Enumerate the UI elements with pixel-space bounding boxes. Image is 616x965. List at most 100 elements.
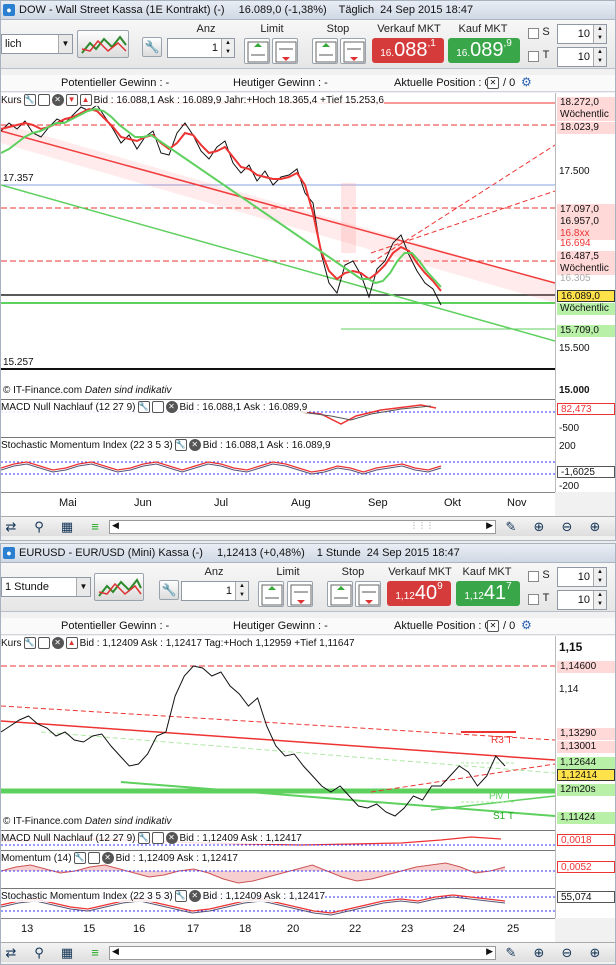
eur-gear-icon[interactable]: ⚙	[521, 618, 532, 632]
dow-buy-button[interactable]: 16.089,9	[448, 38, 520, 63]
eur-day-label: 18	[239, 923, 252, 935]
eur-position-detail-icon[interactable]: ✕	[487, 620, 499, 632]
eur-momentum-header: Momentum (14) 🔧 ✕ Bid : 1,12409 Ask : 1,…	[1, 852, 238, 864]
dow-price-chart[interactable]: Kurs 🔧 ✕ ▼ ▲ Bid : 16.088,1 Ask : 16.089…	[1, 93, 555, 399]
dow-draw-tool-icon[interactable]: ✎	[503, 519, 519, 535]
eur-bars-icon[interactable]: ≡	[87, 945, 103, 961]
eur-buy-button[interactable]: 1,12417	[456, 581, 520, 606]
dow-trade-icon[interactable]: ⇄	[3, 519, 19, 535]
eur-zoom-in-icon[interactable]: ⊕	[587, 945, 603, 961]
dow-limit-buy-button[interactable]	[244, 38, 270, 64]
dow-stoch-close-icon[interactable]: ✕	[188, 439, 201, 451]
eur-trade-icon[interactable]: ⇄	[3, 945, 19, 961]
eur-macd-close-icon[interactable]: ✕	[165, 832, 178, 844]
dow-calculator-icon[interactable]: ▦	[59, 519, 75, 535]
dow-macd-close-icon[interactable]: ✕	[165, 401, 178, 413]
eur-stop-sell-button[interactable]	[355, 581, 381, 607]
dow-t-input[interactable]: 10 ▲ ▼	[557, 47, 607, 67]
eur-s-label: S	[542, 569, 550, 581]
dow-timeframe-select[interactable]: lich ▼	[1, 34, 73, 54]
dow-stop-sell-button[interactable]	[340, 38, 366, 64]
eur-macd-quote: Bid : 1,12409 Ask : 1,12417	[179, 832, 302, 844]
eur-sell-button[interactable]: 1,12409	[387, 581, 451, 606]
dow-stop-label: Stop	[326, 23, 350, 35]
eur-quantity-input[interactable]: 1 ▲ ▼	[181, 581, 249, 601]
dow-kurs-close-icon[interactable]: ✕	[51, 94, 64, 106]
dow-macd-tool-icon[interactable]: 🔧	[137, 401, 150, 413]
eur-macd-tool-icon[interactable]: 🔧	[137, 832, 150, 844]
eur-kurs-tool-icon[interactable]: 🔧	[23, 637, 36, 649]
eur-macd-panel[interactable]: MACD Null Nachlauf (12 27 9) 🔧 ✕ Bid : 1…	[1, 830, 555, 850]
dow-bars-icon[interactable]: ≡	[87, 519, 103, 535]
dow-axis-tick-15500: 15.500	[559, 343, 590, 354]
eur-stochastic-panel[interactable]: Stochastic Momentum Index (22 3 5 3) 🔧 ✕…	[1, 888, 555, 918]
eur-price-chart[interactable]: R3 T Piv T S1 T Kurs 🔧 ✕ ▲ Bid : 1,12409…	[1, 636, 555, 830]
eur-calculator-icon[interactable]: ▦	[59, 945, 75, 961]
dow-kurs-window-icon[interactable]	[37, 94, 50, 106]
dow-t-checkbox[interactable]	[528, 51, 539, 62]
stop-sell-icon	[343, 41, 365, 63]
dow-s-input[interactable]: 10 ▲ ▼	[557, 24, 607, 44]
eur-axis-tag-countdown: 12m20s	[557, 784, 615, 796]
dow-quantity-input[interactable]: 1 ▲ ▼	[167, 38, 235, 58]
eur-kurs-sell-arrow-icon[interactable]: ▲	[65, 637, 78, 649]
dow-time-scrollbar[interactable]: ◀ ⋮⋮⋮ ▶	[109, 520, 496, 534]
eur-mom-window-icon[interactable]	[87, 852, 100, 864]
eur-time-scrollbar[interactable]: ◀ ▶	[109, 946, 496, 960]
eur-draw-tool-icon[interactable]: ✎	[503, 945, 519, 961]
dow-chart-style-button[interactable]	[77, 30, 129, 58]
dow-kurs-tool-icon[interactable]: 🔧	[23, 94, 36, 106]
dow-gear-icon[interactable]: ⚙	[521, 75, 532, 89]
eur-stop-buy-button[interactable]	[327, 581, 353, 607]
dow-sell-button[interactable]: 16.088,1	[372, 38, 444, 63]
scroll-left-arrow[interactable]: ◀	[112, 946, 119, 957]
eur-binoculars-icon[interactable]: ⚲	[31, 945, 47, 961]
eur-zoom-out-icon[interactable]: ⊖	[559, 945, 575, 961]
eur-tools-button[interactable]: 🔧	[159, 580, 179, 600]
dow-position-detail-icon[interactable]: ✕	[487, 77, 499, 89]
dow-s-checkbox[interactable]	[528, 28, 539, 39]
dow-axis-tag-8: 16.487,5	[557, 251, 615, 263]
scroll-right-arrow[interactable]: ▶	[486, 946, 493, 957]
dow-title-bar: ● DOW - Wall Street Kassa (1E Kontrakt) …	[1, 1, 615, 20]
eur-day-label: 13	[21, 923, 34, 935]
eur-chart-style-button[interactable]	[94, 573, 144, 601]
dow-zoom-in-icon[interactable]: ⊕	[587, 519, 603, 535]
eur-stoch-close-icon[interactable]: ✕	[188, 890, 201, 902]
dow-macd-panel[interactable]: MACD Null Nachlauf (12 27 9) 🔧 ✕ Bid : 1…	[1, 399, 555, 437]
eur-t-input[interactable]: 10 ▲ ▼	[557, 590, 607, 610]
eur-macd-name: MACD Null Nachlauf (12 27 9)	[1, 832, 136, 844]
eur-zoom-fit-icon[interactable]: ⊕	[531, 945, 547, 961]
dow-limit-sell-button[interactable]	[272, 38, 298, 64]
eur-kurs-close-icon[interactable]: ✕	[51, 637, 64, 649]
eur-s-input[interactable]: 10 ▲ ▼	[557, 567, 607, 587]
dow-stochastic-panel[interactable]: Stochastic Momentum Index (22 3 5 3) 🔧 ✕…	[1, 437, 555, 492]
eur-mom-close-icon[interactable]: ✕	[101, 852, 114, 864]
dow-stop-buy-button[interactable]	[312, 38, 338, 64]
scroll-right-arrow[interactable]: ▶	[486, 520, 493, 531]
dow-tools-button[interactable]: 🔧	[142, 37, 162, 57]
eur-momentum-panel[interactable]: Momentum (14) 🔧 ✕ Bid : 1,12409 Ask : 1,…	[1, 850, 555, 888]
eur-limit-sell-button[interactable]	[287, 581, 313, 607]
eur-t-checkbox[interactable]	[528, 594, 539, 605]
eur-mom-tool-icon[interactable]: 🔧	[73, 852, 86, 864]
eur-kurs-window-icon[interactable]	[37, 637, 50, 649]
scroll-left-arrow[interactable]: ◀	[112, 520, 119, 531]
dow-kurs-sell-arrow-icon[interactable]: ▲	[79, 94, 92, 106]
eur-timeframe-select[interactable]: 1 Stunde ▼	[1, 577, 91, 597]
dow-axis-tick-15000: 15.000	[559, 385, 590, 396]
dow-binoculars-icon[interactable]: ⚲	[31, 519, 47, 535]
dow-axis-tag-1: Wöchentlic	[557, 109, 615, 121]
eur-s-checkbox[interactable]	[528, 571, 539, 582]
eur-macd-window-icon[interactable]	[151, 832, 164, 844]
dow-zoom-out-icon[interactable]: ⊖	[559, 519, 575, 535]
dow-kurs-buy-arrow-icon[interactable]: ▼	[65, 94, 78, 106]
eur-limit-buy-button[interactable]	[258, 581, 284, 607]
dow-stoch-tool-icon[interactable]: 🔧	[174, 439, 187, 451]
eur-current-position: Aktuelle Position : 0	[394, 620, 491, 632]
scroll-grip[interactable]: ⋮⋮⋮	[410, 521, 434, 530]
eur-stoch-tool-icon[interactable]: 🔧	[174, 890, 187, 902]
dow-zoom-fit-icon[interactable]: ⊕	[531, 519, 547, 535]
stop-buy-icon	[315, 41, 337, 63]
dow-macd-window-icon[interactable]	[151, 401, 164, 413]
